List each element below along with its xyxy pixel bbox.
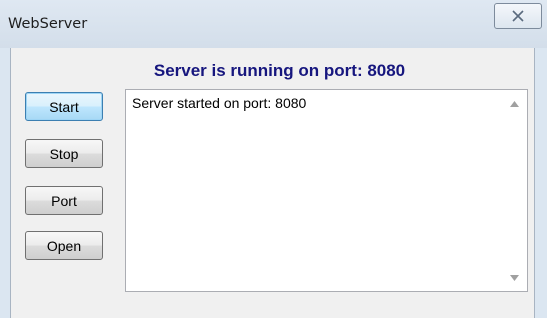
scroll-down-button[interactable] bbox=[506, 270, 522, 286]
webserver-window: WebServer Server is running on port: 808… bbox=[0, 0, 547, 318]
port-button[interactable]: Port bbox=[25, 186, 103, 215]
log-textarea[interactable]: Server started on port: 8080 bbox=[125, 89, 528, 292]
close-button[interactable] bbox=[494, 3, 542, 29]
log-line: Server started on port: 8080 bbox=[132, 95, 307, 111]
close-icon bbox=[512, 10, 524, 22]
scroll-down-arrow-icon bbox=[509, 275, 519, 281]
open-button[interactable]: Open bbox=[25, 231, 103, 260]
title-bar[interactable]: WebServer bbox=[0, 0, 547, 48]
scroll-up-button[interactable] bbox=[506, 96, 522, 112]
window-title: WebServer bbox=[8, 16, 88, 32]
start-button[interactable]: Start bbox=[25, 92, 103, 121]
stop-button[interactable]: Stop bbox=[25, 139, 103, 168]
scroll-up-arrow-icon bbox=[509, 101, 519, 107]
server-status-message: Server is running on port: 8080 bbox=[153, 61, 406, 80]
